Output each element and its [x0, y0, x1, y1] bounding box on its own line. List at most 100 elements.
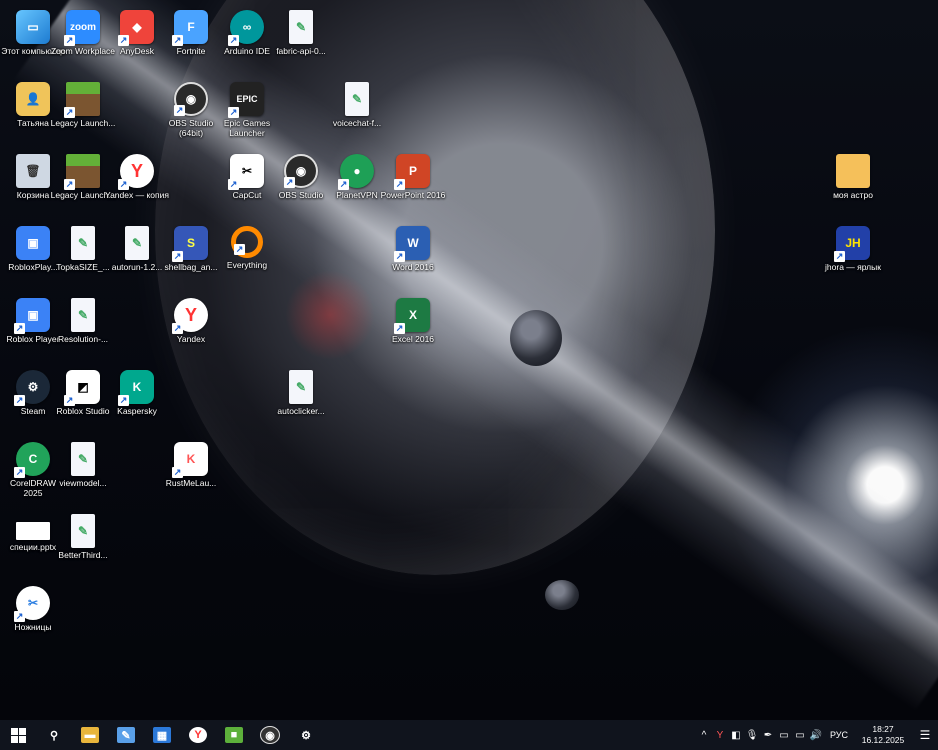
file-icon: ✎	[289, 10, 313, 44]
taskbar-app-button[interactable]: Y	[180, 720, 216, 750]
pen-icon[interactable]: ✒	[760, 720, 776, 750]
desktop-icon[interactable]: ✂ ↗ Ножницы	[0, 582, 66, 646]
shortcut-arrow-icon: ↗	[14, 611, 25, 622]
shortcut-arrow-icon: ↗	[284, 177, 295, 188]
desktop-icon[interactable]: K ↗ Kaspersky	[104, 366, 170, 430]
roblox-studio-icon: ◩ ↗	[64, 370, 100, 406]
volume-icon[interactable]: 🔊	[808, 720, 824, 750]
desktop-icon[interactable]: EPIC ↗ Epic Games Launcher	[214, 78, 280, 142]
snipping-tool-icon: ✂ ↗	[14, 586, 50, 622]
shortcut-arrow-icon: ↗	[174, 105, 185, 116]
taskbar-app-button[interactable]: ■	[216, 720, 252, 750]
desktop-icon[interactable]: ✎ fabric-api-0...	[268, 6, 334, 70]
taskbar-app-button[interactable]: ▦	[144, 720, 180, 750]
desktop-icon[interactable]: ↗ Everything	[214, 222, 280, 286]
microphone-icon[interactable]: 🎙	[744, 720, 760, 750]
desktop-icon[interactable]: K ↗ RustMeLau...	[158, 438, 224, 502]
icon-glyph: EPIC	[236, 94, 258, 104]
shortcut-arrow-icon: ↗	[118, 179, 129, 190]
file-icon: ✎	[289, 370, 313, 404]
shortcut-arrow-icon: ↗	[394, 179, 405, 190]
shortcut-arrow-icon: ↗	[118, 395, 129, 406]
desktop-icon[interactable]: ✎ BetterThird...	[50, 510, 116, 574]
icon-glyph: ✂	[27, 596, 39, 610]
desktop-icon-label: Word 2016	[392, 262, 434, 272]
zoom-icon: zoom ↗	[64, 10, 100, 46]
desktop-icon[interactable]: Y ↗ Yandex — копия	[104, 150, 170, 214]
anydesk-icon: ◆ ↗	[118, 10, 154, 46]
icon-glyph: ▣	[27, 308, 39, 322]
roblox-icon: ▣	[16, 226, 50, 260]
shortcut-arrow-icon: ↗	[64, 179, 75, 190]
powerpoint-icon: P ↗	[394, 154, 430, 190]
taskbar-app-button[interactable]: ⚙	[288, 720, 324, 750]
icon-glyph: Y	[184, 304, 197, 325]
taskbar-app-button[interactable]: ⚲	[36, 720, 72, 750]
planetvpn-icon: ● ↗	[338, 154, 374, 190]
icon-glyph: ✎	[77, 452, 89, 466]
icon-glyph: ✂	[241, 164, 253, 178]
icon-glyph: X	[408, 308, 417, 322]
shellbag-icon: S ↗	[172, 226, 208, 262]
taskbar-app-button[interactable]: ✎	[108, 720, 144, 750]
user-folder-icon: 👤	[16, 82, 50, 116]
kaspersky-icon: K ↗	[118, 370, 154, 406]
chevron-up-icon[interactable]: ^	[696, 720, 712, 750]
shortcut-arrow-icon: ↗	[834, 251, 845, 262]
desktop-icon-label: Legacy Launch...	[50, 118, 116, 128]
desktop-icon[interactable]: ✎ voicechat-f...	[324, 78, 390, 142]
excel-icon: X ↗	[394, 298, 430, 334]
webcam-icon[interactable]: ◧	[728, 720, 744, 750]
computer-icon: ▭	[16, 10, 50, 44]
taskbar-clock[interactable]: 18:27 16.12.2025	[854, 724, 912, 746]
desktop-icon-label: voicechat-f...	[332, 118, 382, 128]
shortcut-arrow-icon: ↗	[234, 244, 245, 255]
roblox-icon: ▣ ↗	[14, 298, 50, 334]
icon-glyph: ◉	[295, 164, 307, 178]
clock-time: 18:27	[872, 724, 894, 734]
desktop-icon[interactable]: ✎ autoclicker...	[268, 366, 334, 430]
desktop-icon[interactable]: моя астро	[820, 150, 886, 214]
coreldraw-icon: C ↗	[14, 442, 50, 478]
shortcut-arrow-icon: ↗	[172, 251, 183, 262]
network-icon[interactable]: ▭	[776, 720, 792, 750]
battery-icon[interactable]: ▭	[792, 720, 808, 750]
yandex-tray-icon[interactable]: Y	[712, 720, 728, 750]
start-button[interactable]	[0, 720, 36, 750]
capcut-icon: ✂ ↗	[228, 154, 264, 190]
taskbar-app-button[interactable]: ◉	[252, 720, 288, 750]
shortcut-arrow-icon: ↗	[172, 467, 183, 478]
desktop-icon[interactable]: JH ↗ jhora — ярлык	[820, 222, 886, 286]
desktop-icon[interactable]: W ↗ Word 2016	[380, 222, 446, 286]
icon-glyph: ▭	[27, 20, 39, 34]
search-icon: ⚲	[49, 729, 59, 742]
icon-glyph: P	[408, 164, 417, 178]
language-indicator[interactable]: РУС	[824, 730, 854, 740]
icon-glyph: C	[28, 452, 38, 466]
file-explorer-icon: ▬	[81, 727, 99, 743]
yandex-browser-icon: Y	[189, 727, 207, 743]
desktop-icon[interactable]: ✎ Resolution-...	[50, 294, 116, 358]
desktop-icon[interactable]: ↗ Legacy Launch...	[50, 78, 116, 142]
minecraft-launcher-icon: ↗	[64, 82, 100, 118]
shortcut-arrow-icon: ↗	[338, 179, 349, 190]
file-icon: ✎	[345, 82, 369, 116]
taskbar-app-button[interactable]: ▬	[72, 720, 108, 750]
desktop-icon[interactable]: X ↗ Excel 2016	[380, 294, 446, 358]
shortcut-arrow-icon: ↗	[172, 323, 183, 334]
desktop-icon-label: PowerPoint 2016	[380, 190, 446, 200]
notification-center-button[interactable]: ☰	[912, 720, 938, 750]
desktop-icon-label: viewmodel...	[59, 478, 107, 488]
taskbar-pinned-apps: ⚲ ▬ ✎ ▦ Y ■ ◉ ⚙	[36, 720, 324, 750]
icon-glyph: ◩	[77, 380, 89, 394]
desktop-icon-label: Excel 2016	[391, 334, 435, 344]
shortcut-arrow-icon: ↗	[64, 35, 75, 46]
desktop-icon[interactable]: Y ↗ Yandex	[158, 294, 224, 358]
desktop-icon[interactable]: ✎ viewmodel...	[50, 438, 116, 502]
icon-glyph: ⚙	[27, 380, 39, 394]
desktop-icon[interactable]: P ↗ PowerPoint 2016	[380, 150, 446, 214]
desktop-icon-label: моя астро	[833, 190, 873, 200]
minecraft-launcher-icon: ↗	[64, 154, 100, 190]
icon-glyph: ✎	[295, 380, 307, 394]
desktop-icon-label: Ножницы	[14, 622, 52, 632]
